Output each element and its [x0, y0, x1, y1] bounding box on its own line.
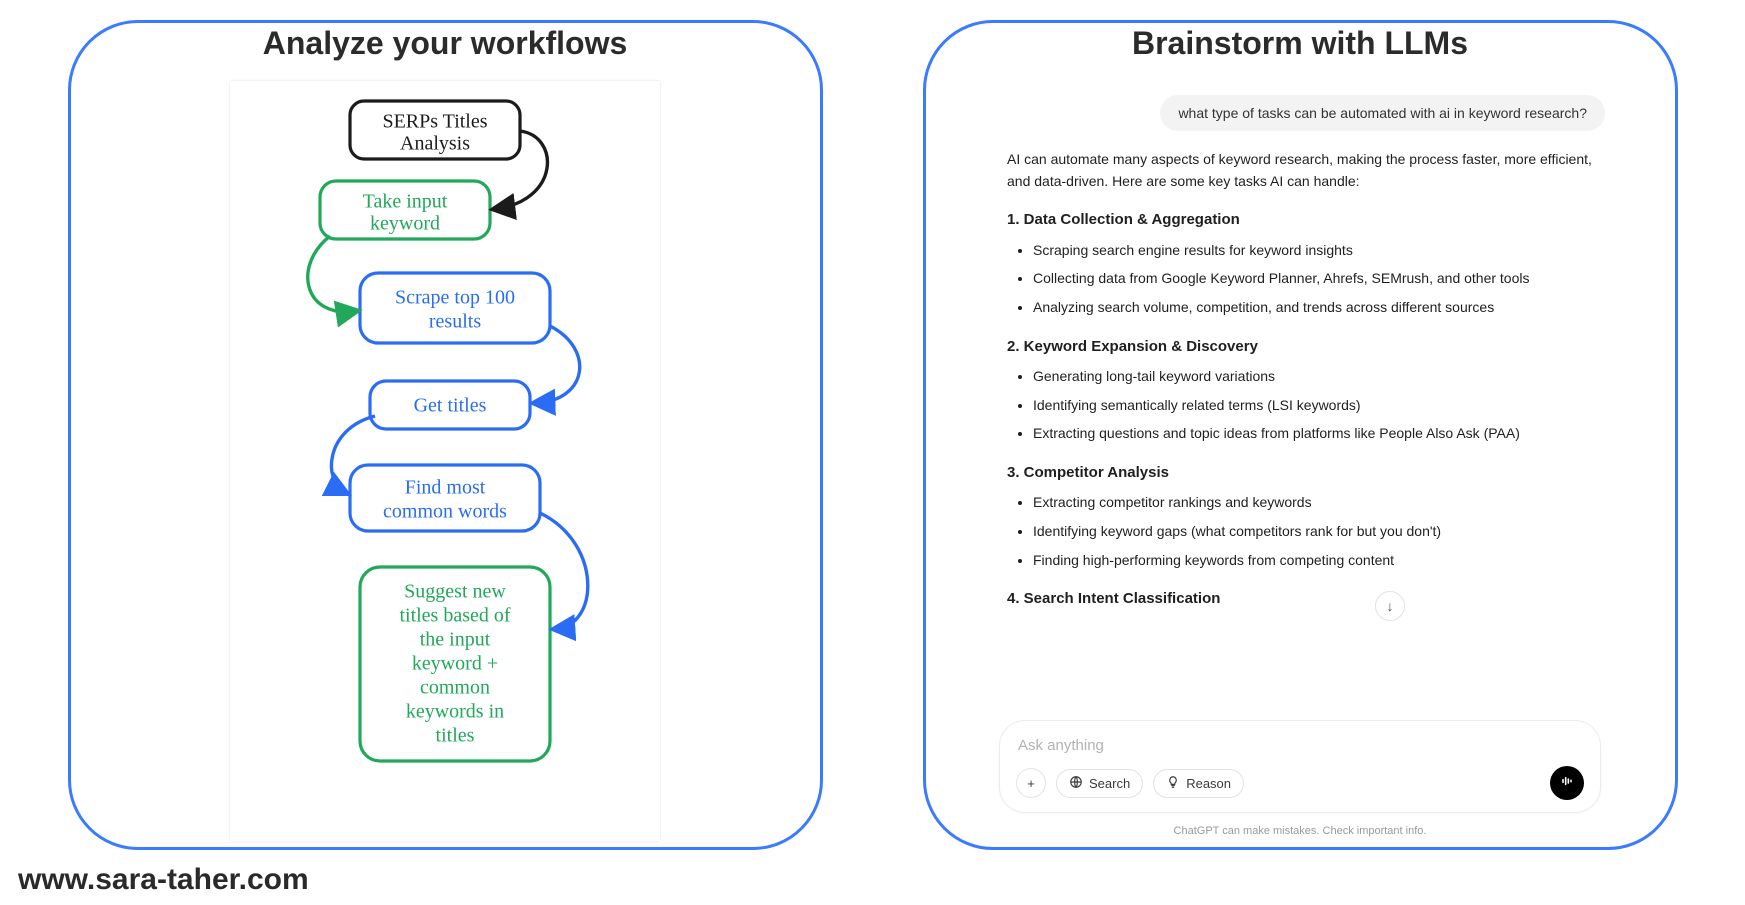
- svg-text:Take input: Take input: [363, 191, 448, 213]
- svg-text:Find most: Find most: [405, 477, 486, 499]
- search-tool-button[interactable]: Search: [1056, 769, 1143, 798]
- assistant-bullet: Finding high-performing keywords from co…: [1033, 550, 1593, 572]
- svg-text:SERPs Titles: SERPs Titles: [382, 111, 487, 133]
- svg-text:Analysis: Analysis: [400, 133, 470, 155]
- svg-text:titles based of: titles based of: [399, 605, 510, 627]
- assistant-bullet: Collecting data from Google Keyword Plan…: [1033, 268, 1593, 290]
- footer-url: www.sara-taher.com: [18, 863, 309, 897]
- assistant-bullet: Analyzing search volume, competition, an…: [1033, 297, 1593, 319]
- flow-node-serps-titles-analysis: SERPs Titles Analysis: [350, 101, 520, 159]
- bulb-icon: [1166, 775, 1180, 792]
- plus-icon: +: [1027, 776, 1035, 791]
- attach-button[interactable]: +: [1016, 768, 1046, 798]
- assistant-bullet: Extracting questions and topic ideas fro…: [1033, 423, 1593, 445]
- svg-text:the input: the input: [420, 629, 491, 651]
- panel-title-left: Analyze your workflows: [235, 21, 656, 66]
- chat-frame: what type of tasks can be automated with…: [985, 81, 1615, 841]
- flow-node-scrape-top-100: Scrape top 100 results: [360, 273, 550, 343]
- panel-title-right: Brainstorm with LLMs: [1104, 21, 1496, 66]
- reason-tool-label: Reason: [1186, 776, 1231, 791]
- assistant-section-heading: 2. Keyword Expansion & Discovery: [1007, 335, 1593, 358]
- svg-text:Scrape top 100: Scrape top 100: [395, 287, 515, 309]
- globe-icon: [1069, 775, 1083, 792]
- svg-text:Suggest new: Suggest new: [404, 581, 506, 603]
- svg-text:results: results: [429, 311, 481, 333]
- assistant-bullet: Extracting competitor rankings and keywo…: [1033, 492, 1593, 514]
- chat-composer: + Search: [999, 720, 1601, 813]
- arrow-down-icon: ↓: [1387, 598, 1394, 614]
- chat-user-message: what type of tasks can be automated with…: [1160, 95, 1605, 131]
- svg-text:common words: common words: [383, 501, 507, 523]
- waveform-icon: [1559, 773, 1575, 794]
- panel-analyze-workflows: Analyze your workflows SE: [68, 20, 823, 850]
- svg-text:keyword +: keyword +: [412, 653, 498, 675]
- assistant-bullet: Identifying keyword gaps (what competito…: [1033, 521, 1593, 543]
- svg-text:keywords in: keywords in: [406, 701, 504, 723]
- svg-text:Get titles: Get titles: [414, 395, 487, 417]
- svg-text:titles: titles: [436, 725, 475, 747]
- reason-tool-button[interactable]: Reason: [1153, 769, 1244, 798]
- flow-node-get-titles: Get titles: [370, 381, 530, 429]
- flow-node-find-common-words: Find most common words: [350, 465, 540, 531]
- assistant-section-heading: 3. Competitor Analysis: [1007, 461, 1593, 484]
- flow-arrow-1-2: [308, 236, 356, 312]
- chat-assistant-message: AI can automate many aspects of keyword …: [985, 149, 1615, 714]
- scroll-down-button[interactable]: ↓: [1375, 591, 1405, 621]
- assistant-bullet: Generating long-tail keyword variations: [1033, 366, 1593, 388]
- assistant-section-heading: 1. Data Collection & Aggregation: [1007, 208, 1593, 231]
- flow-node-take-input-keyword: Take input keyword: [320, 181, 490, 239]
- chat-input[interactable]: [1016, 735, 1584, 766]
- search-tool-label: Search: [1089, 776, 1130, 791]
- svg-text:keyword: keyword: [370, 213, 440, 235]
- assistant-bullet: Identifying semantically related terms (…: [1033, 395, 1593, 417]
- panel-brainstorm-llms: Brainstorm with LLMs what type of tasks …: [923, 20, 1678, 850]
- flow-node-suggest-new-titles: Suggest new titles based of the input ke…: [360, 567, 550, 761]
- assistant-bullet: Scraping search engine results for keywo…: [1033, 240, 1593, 262]
- chat-disclaimer: ChatGPT can make mistakes. Check importa…: [985, 825, 1615, 837]
- assistant-intro: AI can automate many aspects of keyword …: [1007, 149, 1593, 192]
- svg-text:common: common: [420, 677, 490, 699]
- assistant-section-heading: 4. Search Intent Classification: [1007, 587, 1593, 610]
- voice-button[interactable]: [1550, 766, 1584, 800]
- flowchart-canvas: SERPs Titles Analysis Take input keyword…: [230, 81, 660, 841]
